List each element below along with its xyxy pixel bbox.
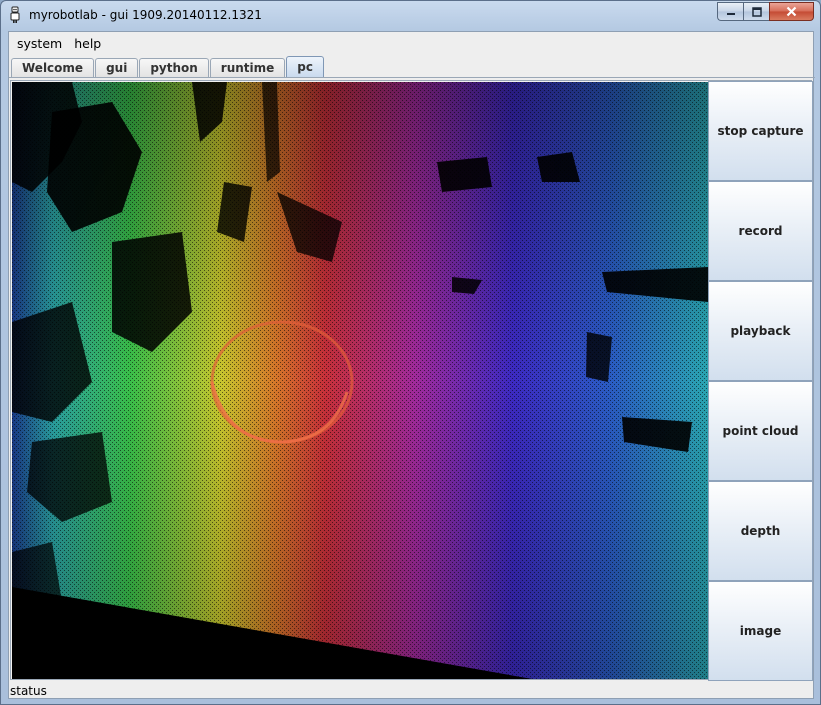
robot-app-icon <box>10 6 20 23</box>
menu-help[interactable]: help <box>68 36 107 51</box>
tab-pc[interactable]: pc <box>286 56 324 77</box>
image-button[interactable]: image <box>708 581 813 681</box>
close-button[interactable] <box>769 2 814 21</box>
depth-button[interactable]: depth <box>708 481 813 581</box>
maximize-icon <box>751 6 762 17</box>
app-window: myrobotlab - gui 1909.20140112.1321 syst… <box>0 0 821 705</box>
tab-welcome[interactable]: Welcome <box>11 58 95 77</box>
window-title: myrobotlab - gui 1909.20140112.1321 <box>29 8 262 22</box>
maximize-button[interactable] <box>743 2 769 21</box>
close-icon <box>786 6 797 17</box>
point-cloud-viewport[interactable] <box>12 82 708 679</box>
playback-button[interactable]: playback <box>708 281 813 381</box>
client-area: system help Welcome gui python runtime p… <box>8 31 815 699</box>
pc-panel: stop capture record playback point cloud… <box>10 80 813 681</box>
tab-divider <box>9 77 815 78</box>
capture-controls: stop capture record playback point cloud… <box>708 81 813 681</box>
stop-capture-button[interactable]: stop capture <box>708 81 813 181</box>
status-bar: status <box>10 684 47 698</box>
minimize-button[interactable] <box>717 2 743 21</box>
menu-system[interactable]: system <box>11 36 68 51</box>
minimize-icon <box>726 12 735 15</box>
record-button[interactable]: record <box>708 181 813 281</box>
tab-python[interactable]: python <box>139 58 209 77</box>
point-cloud-button[interactable]: point cloud <box>708 381 813 481</box>
title-bar[interactable]: myrobotlab - gui 1909.20140112.1321 <box>1 1 820 29</box>
caption-buttons <box>717 2 814 21</box>
tab-strip: Welcome gui python runtime pc <box>11 56 325 77</box>
menu-bar: system help <box>9 32 813 54</box>
tab-gui[interactable]: gui <box>95 58 139 77</box>
tab-runtime[interactable]: runtime <box>209 58 286 77</box>
point-cloud-render <box>12 82 708 679</box>
